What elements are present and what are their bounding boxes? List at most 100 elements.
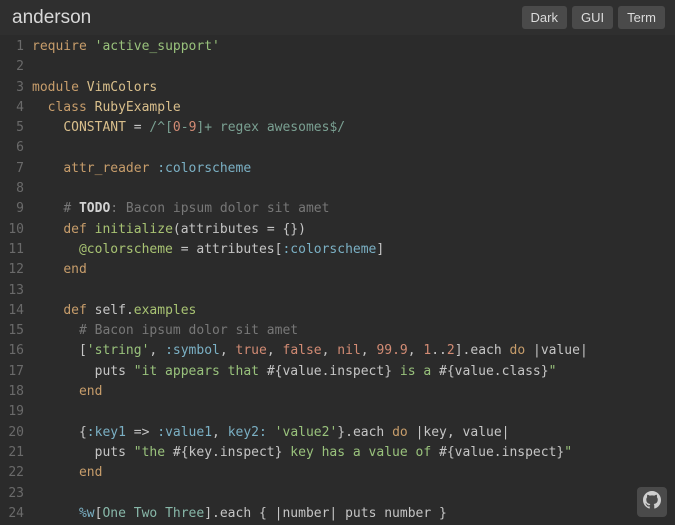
line-number: 1 xyxy=(0,37,24,57)
token-rgx: /^[ xyxy=(149,120,172,135)
token-sym: :symbol xyxy=(165,343,220,358)
token-kw: def xyxy=(63,222,86,237)
dark-button[interactable]: Dark xyxy=(522,6,567,29)
token-punc xyxy=(32,201,63,216)
token-interp: #{key.inspect} xyxy=(173,445,283,460)
line-number: 14 xyxy=(0,301,24,321)
token-kw: def xyxy=(63,303,86,318)
line-number: 3 xyxy=(0,78,24,98)
mode-button-group: Dark GUI Term xyxy=(522,6,665,29)
code-line: end xyxy=(32,463,675,483)
token-todo: TODO xyxy=(79,201,110,216)
line-number: 4 xyxy=(0,98,24,118)
token-punc xyxy=(32,506,79,521)
token-meth: initialize xyxy=(95,222,173,237)
token-meth: examples xyxy=(134,303,197,318)
token-kw: require xyxy=(32,39,87,54)
code-line: puts "it appears that #{value.inspect} i… xyxy=(32,362,675,382)
code-line xyxy=(32,484,675,504)
token-punc xyxy=(32,323,79,338)
token-punc: (attributes = {}) xyxy=(173,222,306,237)
token-punc: = xyxy=(126,120,149,135)
token-interp: #{value.inspect} xyxy=(439,445,564,460)
token-punc: |value| xyxy=(525,343,588,358)
token-punc: ] xyxy=(376,242,384,257)
line-number: 2 xyxy=(0,57,24,77)
token-punc xyxy=(87,222,95,237)
code-line: %w[One Two Three].each { |number| puts n… xyxy=(32,504,675,524)
token-str: "it appears that xyxy=(134,364,267,379)
line-number: 12 xyxy=(0,260,24,280)
token-str: "the xyxy=(134,445,173,460)
line-number: 10 xyxy=(0,220,24,240)
code-line: end xyxy=(32,382,675,402)
code-area[interactable]: require 'active_support' module VimColor… xyxy=(32,37,675,524)
token-punc: .. xyxy=(431,343,447,358)
token-str: 'active_support' xyxy=(95,39,220,54)
code-line xyxy=(32,281,675,301)
token-str: key has a value of xyxy=(282,445,439,460)
token-id: self xyxy=(95,303,126,318)
token-punc: |key, value| xyxy=(408,425,510,440)
line-number: 9 xyxy=(0,199,24,219)
github-link[interactable] xyxy=(637,487,667,517)
token-punc xyxy=(87,100,95,115)
token-sym: :key1 xyxy=(87,425,126,440)
token-punc xyxy=(32,303,63,318)
token-sym: :colorscheme xyxy=(157,161,251,176)
github-icon xyxy=(643,491,661,514)
term-button[interactable]: Term xyxy=(618,6,665,29)
line-number: 19 xyxy=(0,402,24,422)
token-punc xyxy=(32,120,63,135)
token-str: 'string' xyxy=(87,343,150,358)
token-wlit: One Two Three xyxy=(102,506,204,521)
code-line: CONSTANT = /^[0-9]+ regex awesomes$/ xyxy=(32,118,675,138)
token-rgx: ]+ regex awesomes$/ xyxy=(196,120,345,135)
token-punc: , xyxy=(212,425,228,440)
token-punc xyxy=(32,384,79,399)
line-number: 17 xyxy=(0,362,24,382)
token-punc: [ xyxy=(32,343,87,358)
token-const: CONSTANT xyxy=(63,120,126,135)
line-number: 15 xyxy=(0,321,24,341)
gui-button[interactable]: GUI xyxy=(572,6,613,29)
code-line: require 'active_support' xyxy=(32,37,675,57)
code-editor: 123456789101112131415161718192021222324 … xyxy=(0,35,675,524)
token-punc: , xyxy=(408,343,424,358)
token-punc: , xyxy=(267,343,283,358)
token-bool: true xyxy=(236,343,267,358)
token-str: is a xyxy=(392,364,439,379)
token-sym: :value1 xyxy=(157,425,212,440)
token-sym: :colorscheme xyxy=(282,242,376,257)
token-const: RubyExample xyxy=(95,100,181,115)
token-punc xyxy=(87,39,95,54)
token-punc: , xyxy=(149,343,165,358)
code-line: @colorscheme = attributes[:colorscheme] xyxy=(32,240,675,260)
token-cmt: # Bacon ipsum dolor sit amet xyxy=(79,323,298,338)
code-line: class RubyExample xyxy=(32,98,675,118)
token-num: 99.9 xyxy=(376,343,407,358)
line-number: 23 xyxy=(0,484,24,504)
code-line: {:key1 => :value1, key2: 'value2'}.each … xyxy=(32,423,675,443)
token-punc xyxy=(267,425,275,440)
line-number: 24 xyxy=(0,504,24,524)
line-number: 20 xyxy=(0,423,24,443)
line-number: 22 xyxy=(0,463,24,483)
line-number: 18 xyxy=(0,382,24,402)
token-kw: end xyxy=(63,262,86,277)
token-const: VimColors xyxy=(87,80,157,95)
token-interp: #{value.class} xyxy=(439,364,549,379)
token-punc xyxy=(32,262,63,277)
token-cmt: # xyxy=(63,201,79,216)
token-str: 'value2' xyxy=(275,425,338,440)
token-punc: }.each xyxy=(337,425,392,440)
token-punc xyxy=(32,222,63,237)
colorscheme-title: anderson xyxy=(12,7,91,29)
token-kw: class xyxy=(48,100,87,115)
token-punc: = attributes[ xyxy=(173,242,283,257)
token-punc: . xyxy=(126,303,134,318)
token-punc: , xyxy=(220,343,236,358)
token-punc xyxy=(79,80,87,95)
code-line xyxy=(32,138,675,158)
token-ivar: @colorscheme xyxy=(79,242,173,257)
